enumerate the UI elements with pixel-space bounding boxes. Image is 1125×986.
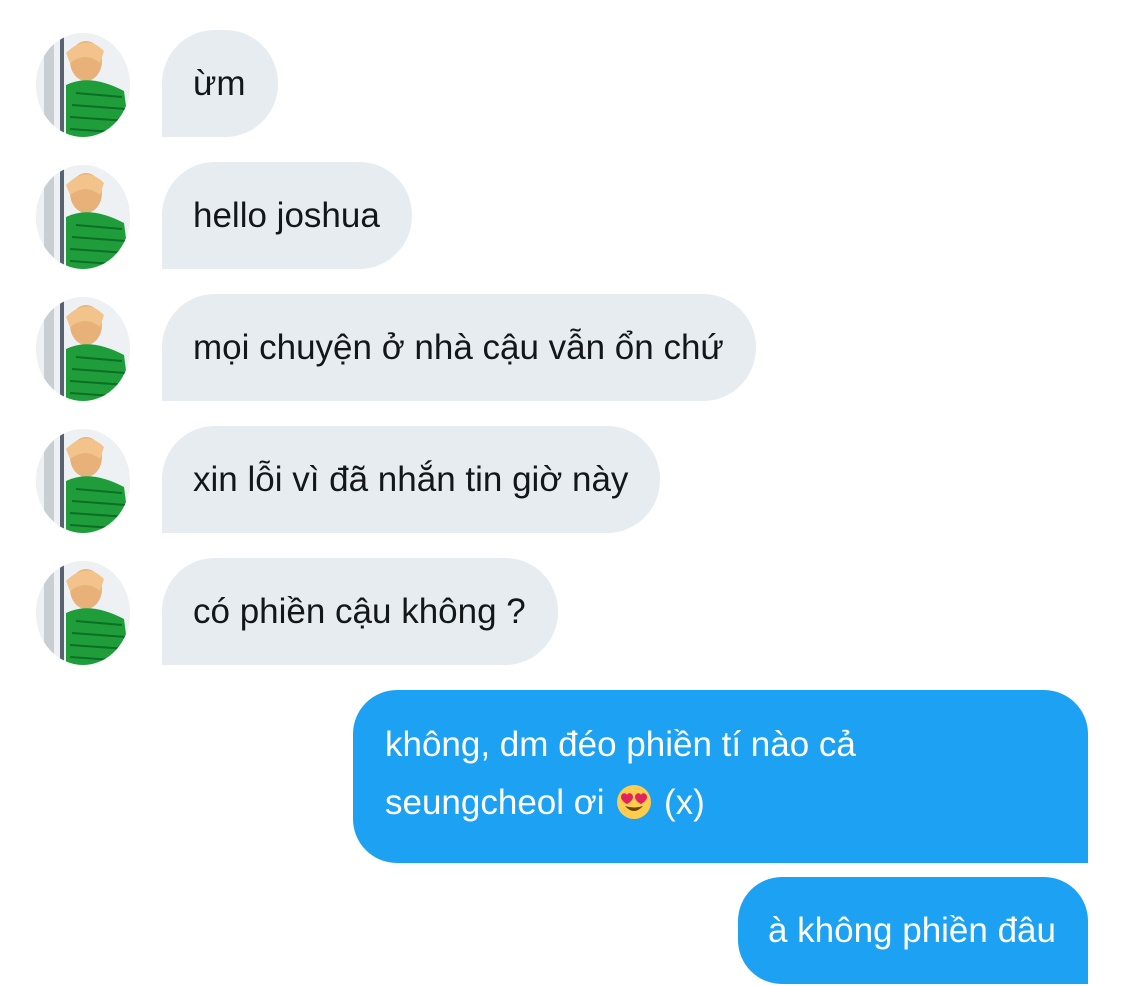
- message-text: ừm: [193, 64, 246, 103]
- message-bubble-incoming[interactable]: có phiền cậu không ?: [162, 558, 558, 665]
- message-text: xin lỗi vì đã nhắn tin giờ này: [193, 460, 629, 499]
- message-text: (x): [663, 783, 705, 822]
- avatar[interactable]: [36, 297, 130, 401]
- message-text-line: không, dm đéo phiền tí nào cả: [385, 725, 856, 764]
- message-text: mọi chuyện ở nhà cậu vẫn ổn chứ: [193, 328, 724, 367]
- message-text-line: seungcheol ơi (x): [385, 774, 1058, 832]
- avatar[interactable]: [36, 561, 130, 665]
- avatar-photo: [36, 429, 130, 533]
- message-text: có phiền cậu không ?: [193, 592, 526, 631]
- heart-eyes-emoji-icon: [617, 785, 652, 819]
- message-bubble-incoming[interactable]: hello joshua: [162, 162, 412, 269]
- message-text: seungcheol ơi: [385, 783, 605, 822]
- avatar-photo: [36, 297, 130, 401]
- message-text: à không phiền đâu: [767, 911, 1056, 950]
- message-bubble-incoming[interactable]: ừm: [162, 30, 278, 137]
- avatar-photo: [36, 165, 130, 269]
- message-bubble-outgoing[interactable]: à không phiền đâu: [737, 877, 1088, 984]
- avatar[interactable]: [36, 165, 130, 269]
- avatar-photo: [36, 33, 130, 137]
- message-text: hello joshua: [193, 196, 380, 235]
- message-bubble-outgoing[interactable]: không, dm đéo phiền tí nào cả seungcheol…: [353, 690, 1088, 863]
- avatar-photo: [36, 561, 130, 665]
- message-bubble-incoming[interactable]: xin lỗi vì đã nhắn tin giờ này: [162, 426, 661, 533]
- avatar[interactable]: [36, 33, 130, 137]
- avatar[interactable]: [36, 429, 130, 533]
- message-bubble-incoming[interactable]: mọi chuyện ở nhà cậu vẫn ổn chứ: [162, 294, 756, 401]
